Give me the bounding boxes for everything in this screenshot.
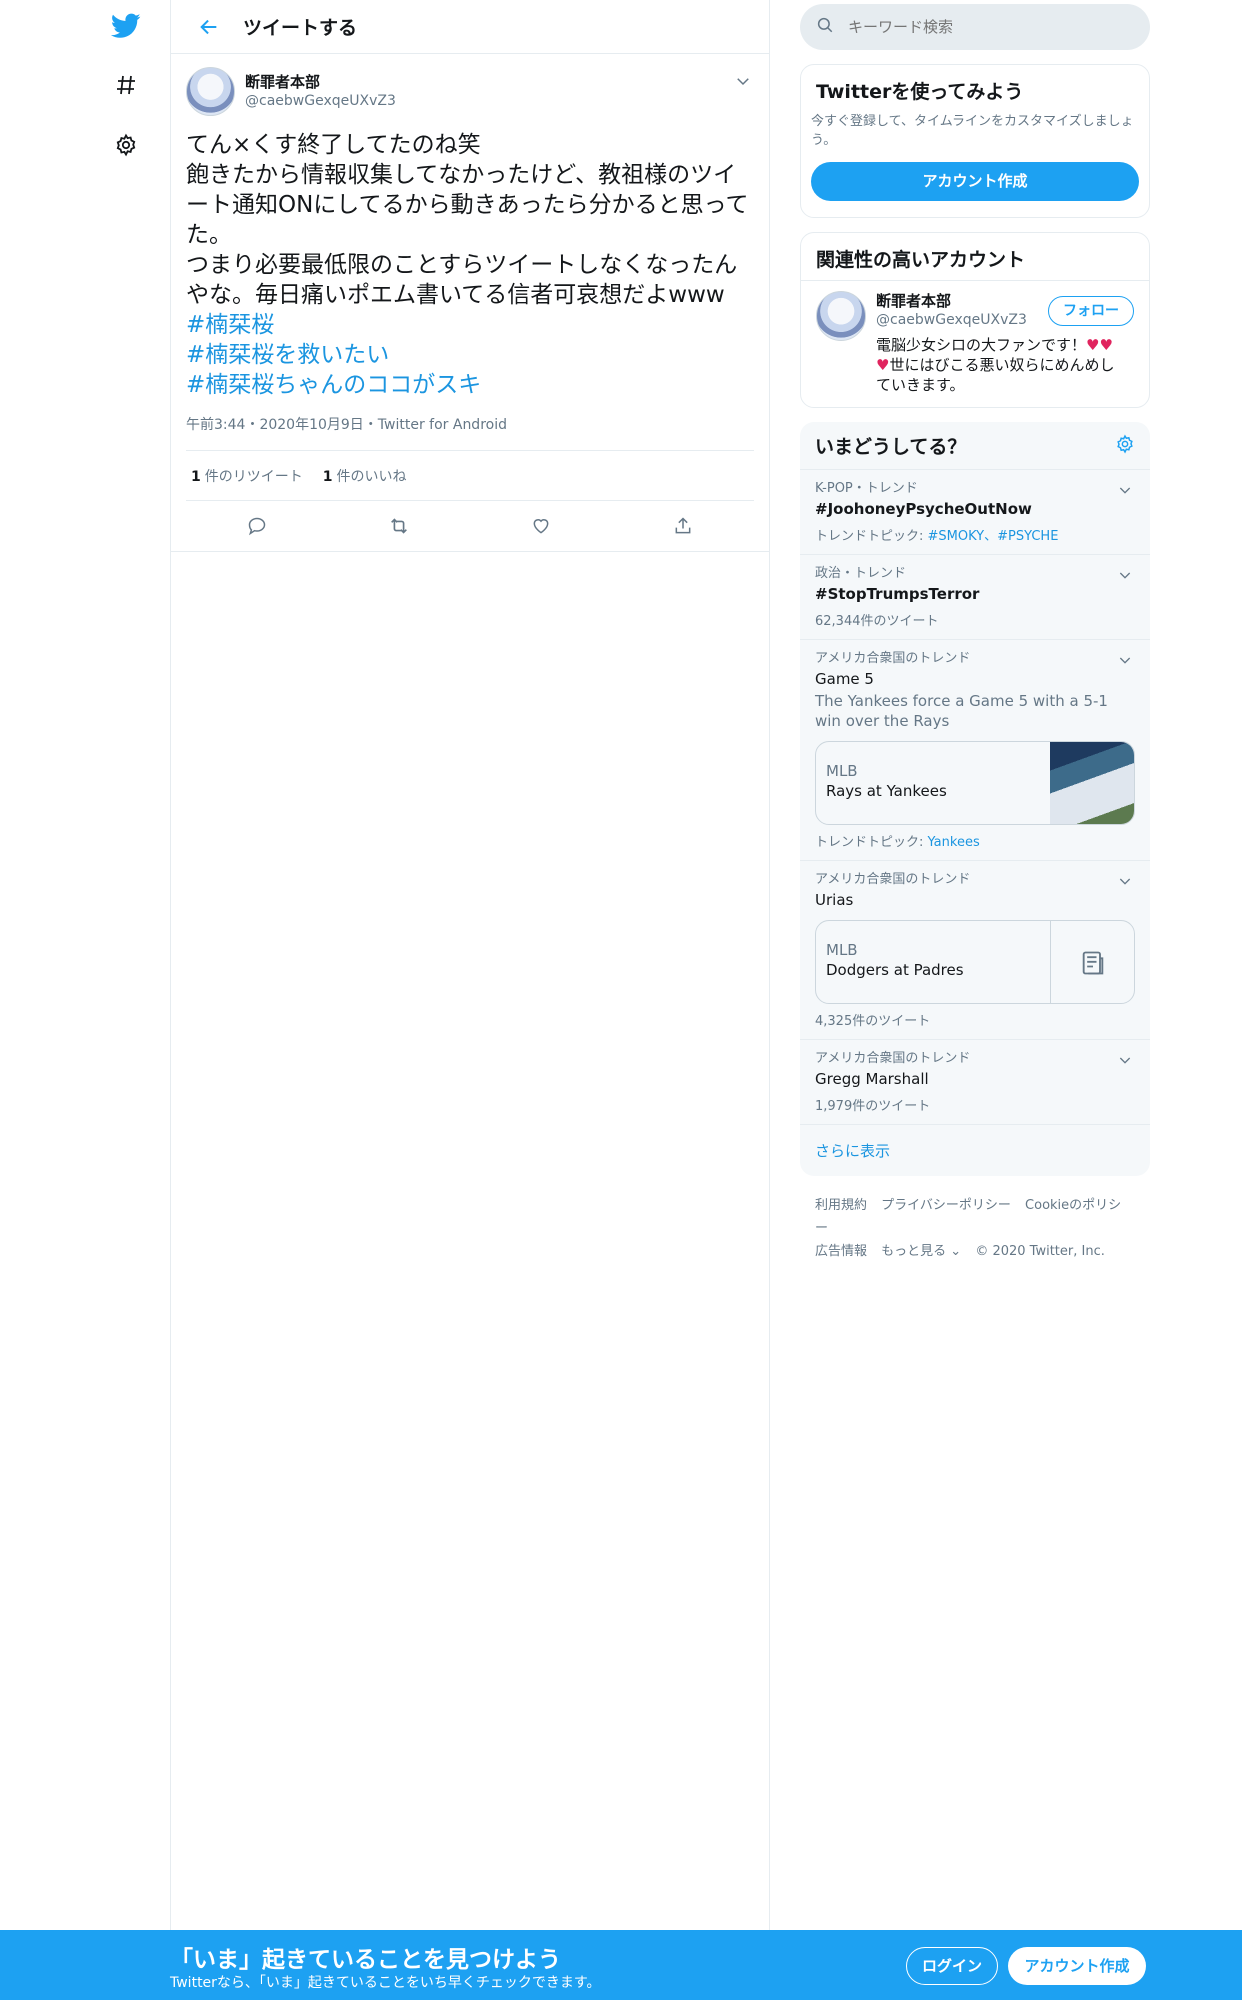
trend-count: 4,325件のツイート [815,1014,931,1029]
author-name[interactable]: 断罪者本部 [245,72,396,92]
tweet-author[interactable]: 断罪者本部 @caebwGexqeUXvZ3 [186,64,754,118]
trend-item[interactable]: アメリカ合衆国のトレンド Urias MLB Dodgers at Padres… [800,861,1150,1040]
trends-title: いまどうしてる？ [815,436,967,458]
trend-name[interactable]: Game 5 [815,669,1135,689]
tweet: 断罪者本部 @caebwGexqeUXvZ3 てん×くす終了してたのね笑 飽きた… [171,54,769,552]
chevron-down-icon[interactable] [1117,1052,1135,1070]
create-account-button[interactable]: アカウント作成 [811,162,1139,201]
footer-copyright: © 2020 Twitter, Inc. [975,1244,1105,1259]
trend-count: 1,979件のツイート [815,1099,931,1114]
avatar[interactable] [186,66,235,116]
search-icon [816,16,834,38]
event-card[interactable]: MLB Dodgers at Padres [815,920,1135,1004]
trend-item[interactable]: アメリカ合衆国のトレンド Game 5 The Yankees force a … [800,640,1150,861]
trend-context: アメリカ合衆国のトレンド [815,651,971,666]
reply-icon[interactable] [239,508,275,544]
related-account[interactable]: 断罪者本部 @caebwGexqeUXvZ3 電脳少女シロの大ファンです！♥♥ ♥… [801,281,1149,407]
like-heart-icon[interactable] [523,508,559,544]
trend-context: K-POP・トレンド [815,481,918,496]
tweet-actions [186,501,754,551]
chevron-down-icon[interactable] [1117,652,1135,670]
tweet-meta[interactable]: 午前3:44・2020年10月9日・Twitter for Android [186,414,754,451]
event-title: Dodgers at Padres [826,961,964,979]
bottom-bar-title: 「いま」起きていることを見つけよう [170,1947,561,1973]
back-arrow-icon[interactable] [191,9,227,45]
signup-card-desc: 今すぐ登録して、タイムラインをカスタマイズしましょう。 [811,114,1134,148]
hashtag-link[interactable]: #楠栞桜を救いたい [186,340,754,370]
related-accounts-title: 関連性の高いアカウント [801,233,1149,281]
chevron-down-icon[interactable] [1117,482,1135,500]
footer-link-privacy[interactable]: プライバシーポリシー [881,1198,1011,1213]
trend-name[interactable]: Urias [815,890,1135,910]
search-box[interactable] [800,4,1150,50]
settings-gear-icon[interactable] [108,127,144,163]
trend-item[interactable]: K-POP・トレンド #JoohoneyPsycheOutNow トレンドトピッ… [800,470,1150,555]
event-category: MLB [826,941,858,959]
trend-count: 62,344件のツイート [815,614,939,629]
tweet-stats: 1 件のリツイート 1 件のいいね [186,451,754,501]
page-title: ツイートする [243,17,358,39]
twitter-logo-icon[interactable] [108,8,144,44]
avatar[interactable] [816,291,866,341]
trend-context: アメリカ合衆国のトレンド [815,872,971,887]
share-icon[interactable] [665,508,701,544]
hashtag-link[interactable]: #楠栞桜 [186,310,754,340]
event-category: MLB [826,762,858,780]
explore-hashtag-icon[interactable] [108,67,144,103]
left-nav [0,0,170,2000]
signup-card-title: Twitterを使ってみよう [816,81,1024,103]
trend-topic-links[interactable]: Yankees [928,835,980,850]
trend-item[interactable]: 政治・トレンド #StopTrumpsTerror 62,344件のツイート [800,555,1150,640]
follow-button[interactable]: フォロー [1048,296,1134,326]
signup-card: Twitterを使ってみよう 今すぐ登録して、タイムラインをカスタマイズしましょ… [800,64,1150,218]
trend-name[interactable]: Gregg Marshall [815,1069,1135,1089]
like-count[interactable]: 1 件のいいね [323,466,407,486]
trend-topics: トレンドトピック: #SMOKY、#PSYCHE [815,529,1059,544]
trend-name[interactable]: #JoohoneyPsycheOutNow [815,499,1135,519]
trend-description: The Yankees force a Game 5 with a 5-1 wi… [815,692,1108,730]
chevron-down-icon[interactable] [1117,873,1135,891]
trend-item[interactable]: アメリカ合衆国のトレンド Gregg Marshall 1,979件のツイート [800,1040,1150,1125]
main-column: ツイートする 断罪者本部 @caebwGexqeUXvZ3 てん×くす終了してた… [170,0,770,1930]
trend-topics: トレンドトピック: Yankees [815,835,980,850]
tweet-text: てん×くす終了してたのね笑 飽きたから情報収集してなかったけど、教祖様のツイート… [186,132,749,308]
chevron-down-icon[interactable] [734,72,754,92]
hashtag-link[interactable]: #楠栞桜ちゃんのココがスキ [186,370,754,400]
trend-name[interactable]: #StopTrumpsTerror [815,584,1135,604]
retweet-icon[interactable] [381,508,417,544]
related-bio: 電脳少女シロの大ファンです！♥♥ ♥世にはびこる悪い奴らにめんめしていきます。 [876,336,1115,394]
footer-link-more[interactable]: もっと見る ⌄ [881,1244,961,1259]
signup-button[interactable]: アカウント作成 [1008,1947,1146,1985]
event-card[interactable]: MLB Rays at Yankees [815,741,1135,825]
trend-context: アメリカ合衆国のトレンド [815,1051,971,1066]
related-accounts-card: 関連性の高いアカウント 断罪者本部 @caebwGexqeUXvZ3 電脳少女シ… [800,232,1150,408]
trends-card: いまどうしてる？ K-POP・トレンド #JoohoneyPsycheOutNo… [800,422,1150,1176]
document-icon [1050,921,1134,1003]
footer: 利用規約 プライバシーポリシー Cookieのポリシー 広告情報 もっと見る ⌄… [800,1176,1150,1281]
bottom-bar-subtitle: Twitterなら、「いま」起きていることをいち早くチェックできます。 [170,1975,601,1991]
show-more-link[interactable]: さらに表示 [800,1125,1150,1176]
signup-bottom-bar: 「いま」起きていることを見つけよう Twitterなら、「いま」起きていることを… [0,1930,1242,2000]
search-input[interactable] [848,18,1118,36]
retweet-count[interactable]: 1 件のリツイート [191,466,303,486]
trend-context: 政治・トレンド [815,566,907,581]
event-photo [1050,742,1134,824]
main-header: ツイートする [171,0,769,54]
event-title: Rays at Yankees [826,782,947,800]
footer-link-terms[interactable]: 利用規約 [815,1198,867,1213]
author-handle[interactable]: @caebwGexqeUXvZ3 [245,92,396,110]
trend-topic-links[interactable]: #SMOKY、#PSYCHE [928,529,1059,544]
trends-settings-gear-icon[interactable] [1115,434,1135,458]
chevron-down-icon[interactable] [1117,567,1135,585]
footer-link-ads[interactable]: 広告情報 [815,1244,867,1259]
login-button[interactable]: ログイン [906,1947,998,1985]
right-sidebar: Twitterを使ってみよう 今すぐ登録して、タイムラインをカスタマイズしましょ… [800,0,1150,1281]
